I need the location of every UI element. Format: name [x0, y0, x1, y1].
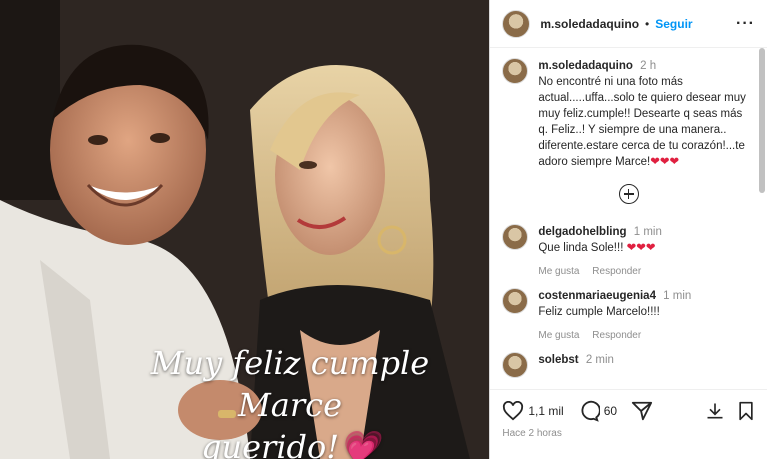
comment-body: delgadohelbling 1 min Que linda Sole!!! …: [538, 224, 755, 280]
comment-time: 2 h: [640, 60, 657, 72]
follow-button[interactable]: Seguir: [655, 17, 692, 31]
heart-emoji: 💗: [339, 428, 379, 459]
avatar[interactable]: [502, 224, 529, 250]
load-more: [502, 184, 755, 204]
separator-dot: •: [645, 16, 650, 31]
comment-time: 1 min: [663, 290, 692, 302]
comments-count[interactable]: 60: [604, 404, 617, 418]
comment-body: solebst 2 min: [538, 352, 755, 378]
heart-icon[interactable]: [502, 401, 524, 421]
add-circle-icon[interactable]: [618, 184, 639, 204]
comment-body: m.soledadaquino 2 h No encontré ni una f…: [538, 58, 755, 170]
comment-body: costenmariaeugenia4 1 min Feliz cumple M…: [538, 288, 755, 344]
like-comment-button[interactable]: Me gusta: [538, 266, 579, 277]
post-photo[interactable]: Muy feliz cumple Marce querido!💗: [0, 0, 490, 459]
post-viewer: Muy feliz cumple Marce querido!💗 m.soled…: [0, 0, 767, 459]
comment-meta: Me gusta Responder: [538, 264, 755, 280]
like-comment-button[interactable]: Me gusta: [538, 330, 579, 341]
comment-time: 2 min: [585, 354, 614, 366]
comments-list[interactable]: m.soledadaquino 2 h No encontré ni una f…: [490, 48, 767, 389]
comment-username[interactable]: m.soledadaquino: [538, 60, 633, 72]
caption-line-2-text: querido!: [200, 428, 340, 459]
list-item: costenmariaeugenia4 1 min Feliz cumple M…: [502, 288, 755, 344]
comment-username[interactable]: costenmariaeugenia4: [538, 290, 656, 302]
side-panel: m.soledadaquino • Seguir ··· m.soledadaq…: [489, 0, 767, 459]
comment-icon[interactable]: [578, 400, 600, 422]
avatar[interactable]: [502, 288, 529, 314]
action-bar: 1,1 mil 60 Hace 2 horas: [490, 389, 767, 459]
share-icon[interactable]: [631, 400, 653, 422]
heart-emoji: ❤❤❤: [650, 156, 680, 168]
action-row: 1,1 mil 60: [502, 398, 755, 424]
header-username[interactable]: m.soledadaquino: [540, 17, 639, 31]
avatar[interactable]: [502, 9, 531, 38]
comment-time: 1 min: [633, 226, 662, 238]
avatar[interactable]: [502, 58, 529, 84]
comment-meta: Me gusta Responder: [538, 328, 755, 344]
caption-line-2: querido!💗: [100, 426, 480, 459]
list-item: solebst 2 min: [502, 352, 755, 378]
comment-text: Que linda Sole!!!: [538, 242, 624, 254]
comment-username[interactable]: delgadohelbling: [538, 226, 626, 238]
more-icon[interactable]: ···: [736, 15, 755, 33]
heart-emoji: ❤❤❤: [626, 242, 656, 254]
download-icon[interactable]: [705, 401, 725, 421]
bookmark-icon[interactable]: [737, 401, 755, 421]
scrollbar[interactable]: [759, 48, 765, 193]
avatar[interactable]: [502, 352, 529, 378]
post-header: m.soledadaquino • Seguir ···: [490, 0, 767, 48]
caption-line-1: Muy feliz cumple Marce: [150, 344, 430, 424]
list-item: delgadohelbling 1 min Que linda Sole!!! …: [502, 224, 755, 280]
reply-button[interactable]: Responder: [592, 330, 641, 341]
photo-caption: Muy feliz cumple Marce querido!💗: [100, 342, 480, 459]
posted-time: Hace 2 horas: [502, 428, 562, 439]
action-right: [705, 401, 755, 421]
likes-count[interactable]: 1,1 mil: [528, 404, 563, 418]
comment-username[interactable]: solebst: [538, 354, 578, 366]
comment-text: No encontré ni una foto más actual.....u…: [538, 76, 746, 168]
caption-comment: m.soledadaquino 2 h No encontré ni una f…: [502, 58, 755, 170]
reply-button[interactable]: Responder: [592, 266, 641, 277]
comment-text: Feliz cumple Marcelo!!!!: [538, 306, 660, 318]
